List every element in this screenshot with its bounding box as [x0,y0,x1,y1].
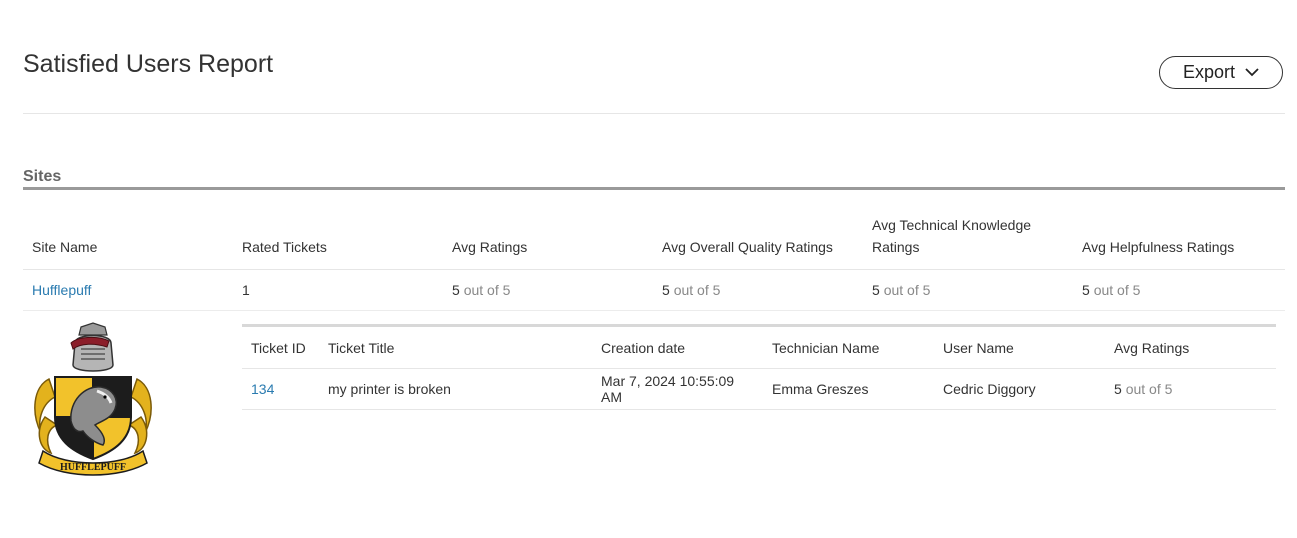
tickets-table-header: Ticket ID Ticket Title Creation date Tec… [242,327,1276,369]
rated-tickets-cell: 1 [233,269,443,311]
avg-overall-quality-cell: 5 out of 5 [653,269,863,311]
rating-value: 5 [452,282,460,298]
column-header-ticket-title[interactable]: Ticket Title [319,327,592,369]
chevron-down-icon [1245,68,1259,77]
creation-date-cell: Mar 7, 2024 10:55:09 AM [592,368,763,410]
rating-value: 5 [1082,282,1090,298]
column-header-creation-date[interactable]: Creation date [592,327,763,369]
sites-table: Site Name Rated Tickets Avg Ratings Avg … [23,214,1285,311]
ticket-title-cell: my printer is broken [319,368,592,410]
rating-suffix: out of 5 [1125,381,1173,397]
table-row: 134 my printer is broken Mar 7, 2024 10:… [242,368,1276,410]
column-header-avg-ratings[interactable]: Avg Ratings [443,214,653,270]
rating-suffix: out of 5 [883,282,931,298]
avg-ratings-cell: 5 out of 5 [443,269,653,311]
table-row: Hufflepuff 1 5 out of 5 5 out of 5 5 out… [23,269,1285,311]
rating-value: 5 [872,282,880,298]
crest-text: HUFFLEPUFF [60,462,126,473]
rating-value: 5 [662,282,670,298]
export-label: Export [1182,62,1236,82]
ticket-id-link[interactable]: 134 [251,381,274,397]
column-header-technician-name[interactable]: Technician Name [763,327,934,369]
site-name-cell: Hufflepuff [23,269,233,311]
column-header-site-name[interactable]: Site Name [23,214,233,270]
column-header-avg-helpfulness[interactable]: Avg Helpfulness Ratings [1073,214,1285,270]
column-header-ticket-avg-ratings[interactable]: Avg Ratings [1105,327,1276,369]
column-header-avg-technical-knowledge[interactable]: Avg Technical Knowledge Ratings [863,214,1073,270]
sites-table-header: Site Name Rated Tickets Avg Ratings Avg … [23,214,1285,270]
sites-section-rule [23,187,1285,190]
sites-section-title: Sites [23,168,62,185]
site-name-link[interactable]: Hufflepuff [32,282,91,298]
header-divider [23,113,1285,114]
column-header-rated-tickets[interactable]: Rated Tickets [233,214,443,270]
column-header-ticket-id[interactable]: Ticket ID [242,327,319,369]
export-button[interactable]: Export [1159,56,1283,89]
avg-helpfulness-cell: 5 out of 5 [1073,269,1285,311]
tickets-table: Ticket ID Ticket Title Creation date Tec… [242,327,1276,410]
user-name-cell: Cedric Diggory [934,368,1105,410]
rating-suffix: out of 5 [673,282,721,298]
column-header-user-name[interactable]: User Name [934,327,1105,369]
rating-suffix: out of 5 [1093,282,1141,298]
avg-technical-knowledge-cell: 5 out of 5 [863,269,1073,311]
ticket-avg-ratings-cell: 5 out of 5 [1105,368,1276,410]
page-title: Satisfied Users Report [23,50,274,78]
column-header-avg-overall-quality[interactable]: Avg Overall Quality Ratings [653,214,863,270]
technician-name-cell: Emma Greszes [763,368,934,410]
rating-value: 5 [1114,381,1122,397]
rating-suffix: out of 5 [463,282,511,298]
hufflepuff-crest-icon: HUFFLEPUFF [34,322,152,476]
tickets-panel: Ticket ID Ticket Title Creation date Tec… [242,324,1276,410]
ticket-id-cell: 134 [242,368,319,410]
